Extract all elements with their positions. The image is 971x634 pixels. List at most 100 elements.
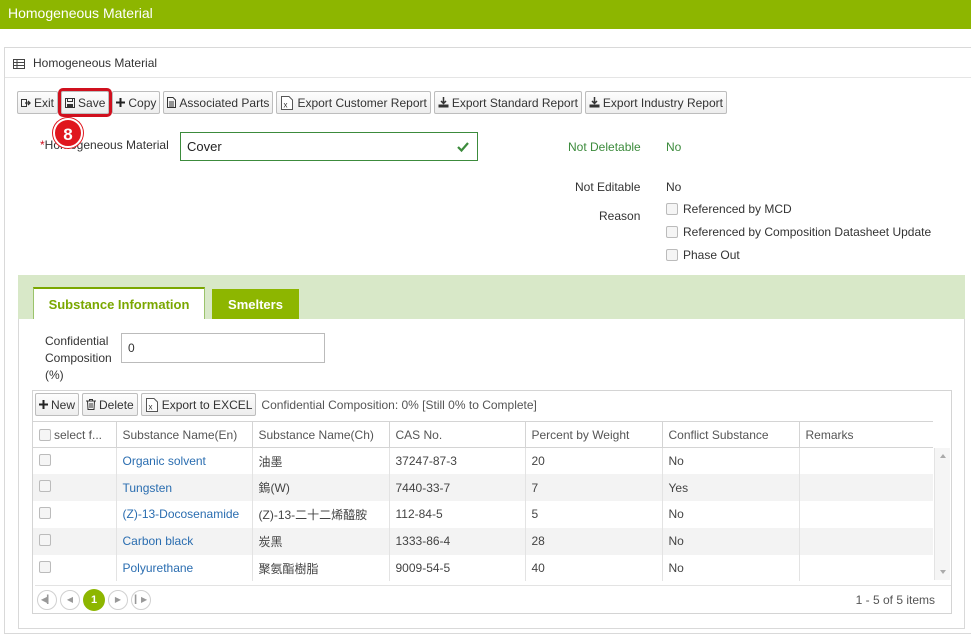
conflict-substance: No: [661, 447, 799, 475]
document-icon: [167, 97, 177, 108]
export-industry-report-button[interactable]: Export Industry Report: [584, 91, 727, 114]
percent-by-weight: 20: [524, 447, 662, 475]
delete-label: Delete: [99, 397, 134, 412]
step-badge: 8: [53, 118, 83, 148]
page-info: 1 - 5 of 5 items: [855, 593, 935, 607]
remarks: [798, 501, 933, 528]
first-page-icon[interactable]: ◀▎: [37, 589, 57, 610]
remarks: [798, 447, 933, 475]
new-button[interactable]: New: [35, 393, 80, 416]
substance-name-ch: 炭黑: [251, 527, 389, 555]
export-excel-button[interactable]: x Export to EXCEL: [140, 393, 257, 416]
column-substance-name-ch[interactable]: Substance Name(Ch): [251, 421, 389, 448]
substance-name-ch: 油墨: [251, 447, 389, 475]
plus-icon: [116, 98, 126, 107]
scroll-up-icon[interactable]: [935, 450, 951, 462]
remarks: [798, 527, 933, 555]
column-conflict-substance[interactable]: Conflict Substance: [661, 421, 799, 448]
new-label: New: [51, 397, 76, 412]
tab-strip: Substance Information Smelters: [18, 275, 965, 319]
trash-icon: [86, 399, 97, 410]
save-button[interactable]: Save: [57, 88, 113, 117]
exit-icon: [21, 98, 31, 107]
table-row: Tungsten 鎢(W) 7440-33-7 7 Yes: [33, 474, 933, 502]
cas-no: 112-84-5: [388, 501, 525, 528]
not-editable-value: No: [666, 180, 682, 194]
substance-name-en: Polyurethane: [115, 554, 252, 582]
substance-name-en: (Z)-13-Docosenamide: [115, 501, 252, 528]
conflict-substance: No: [661, 527, 799, 555]
conflict-substance: No: [661, 501, 799, 528]
reason-phase-out-checkbox[interactable]: [666, 249, 678, 261]
column-percent-by-weight[interactable]: Percent by Weight: [524, 421, 662, 448]
column-cas-no[interactable]: CAS No.: [388, 421, 525, 448]
column-select[interactable]: select f...: [33, 421, 116, 448]
conflict-substance: Yes: [661, 474, 799, 502]
export-industry-label: Export Industry Report: [602, 95, 723, 110]
percent-by-weight: 40: [524, 554, 662, 582]
substance-link[interactable]: Carbon black: [123, 534, 194, 548]
row-checkbox[interactable]: [39, 560, 51, 573]
homogeneous-material-input[interactable]: Cover: [180, 132, 478, 161]
reason-mcd-label: Referenced by MCD: [683, 202, 792, 216]
table-row: Polyurethane 聚氨酯樹脂 9009-54-5 40 No: [33, 554, 933, 582]
export-customer-label: Export Customer Report: [297, 95, 427, 110]
copy-button[interactable]: Copy: [112, 91, 161, 114]
hm-input-value: Cover: [187, 139, 222, 154]
substance-link[interactable]: Polyurethane: [123, 561, 194, 575]
substance-link[interactable]: Tungsten: [123, 481, 173, 495]
grid-scrollbar[interactable]: [934, 448, 950, 580]
reason-label: Reason: [599, 209, 641, 223]
download-icon: [438, 97, 449, 108]
export-customer-report-button[interactable]: x Export Customer Report: [276, 91, 431, 114]
delete-button[interactable]: Delete: [82, 393, 138, 416]
composition-status: Confidential Composition: 0% [Still 0% t…: [261, 397, 537, 412]
prev-page-icon[interactable]: ◀: [60, 589, 80, 610]
tab-substance-information[interactable]: Substance Information: [33, 287, 205, 319]
exit-label: Exit: [34, 95, 55, 110]
last-page-icon[interactable]: ▎▶: [131, 589, 151, 610]
percent-by-weight: 7: [524, 474, 662, 502]
reason-cds-label: Referenced by Composition Datasheet Upda…: [683, 225, 932, 239]
app-title: Homogeneous Material: [0, 0, 971, 29]
reason-mcd: Referenced by MCD: [666, 202, 792, 216]
reason-cds-checkbox[interactable]: [666, 226, 678, 238]
export-standard-report-button[interactable]: Export Standard Report: [433, 91, 582, 114]
table-row: (Z)-13-Docosenamide (Z)-13-二十二烯醯胺 112-84…: [33, 501, 933, 528]
current-page[interactable]: 1: [83, 588, 105, 611]
percent-by-weight: 28: [524, 527, 662, 555]
conflict-substance: No: [661, 554, 799, 582]
row-checkbox[interactable]: [39, 480, 51, 493]
select-all-checkbox[interactable]: [39, 428, 51, 441]
scroll-down-icon[interactable]: [935, 566, 951, 578]
column-substance-name-en[interactable]: Substance Name(En): [115, 421, 252, 448]
cas-no: 37247-87-3: [388, 447, 525, 475]
exit-button[interactable]: Exit: [17, 91, 59, 114]
substance-link[interactable]: Organic solvent: [123, 454, 206, 468]
save-label: Save: [78, 95, 106, 110]
action-toolbar: Exit Save Copy Associated Parts x Export…: [17, 88, 727, 117]
not-deletable-value: No: [666, 140, 682, 154]
next-page-icon[interactable]: ▶: [108, 589, 128, 610]
row-checkbox[interactable]: [39, 506, 51, 519]
export-excel-label: Export to EXCEL: [161, 397, 253, 412]
remarks: [798, 474, 933, 502]
reason-mcd-checkbox[interactable]: [666, 203, 678, 215]
panel-header: Homogeneous Material: [5, 48, 971, 78]
not-deletable-label: Not Deletable: [568, 140, 641, 154]
associated-parts-label: Associated Parts: [179, 95, 270, 110]
tab-smelters[interactable]: Smelters: [212, 289, 299, 319]
row-select-cell: [33, 448, 116, 475]
reason-phase-out: Phase Out: [666, 248, 740, 262]
grid-pager: ◀▎ ◀ 1 ▶ ▎▶ 1 - 5 of 5 items: [35, 585, 951, 613]
column-remarks[interactable]: Remarks: [798, 421, 933, 448]
cas-no: 7440-33-7: [388, 474, 525, 502]
cas-no: 1333-86-4: [388, 527, 525, 555]
substance-name-en: Carbon black: [115, 527, 252, 555]
associated-parts-button[interactable]: Associated Parts: [163, 91, 274, 114]
excel-icon: x: [145, 397, 158, 412]
substance-link[interactable]: (Z)-13-Docosenamide: [123, 507, 240, 521]
confidential-composition-input[interactable]: 0: [121, 333, 325, 363]
row-checkbox[interactable]: [39, 453, 51, 466]
row-checkbox[interactable]: [39, 533, 51, 546]
